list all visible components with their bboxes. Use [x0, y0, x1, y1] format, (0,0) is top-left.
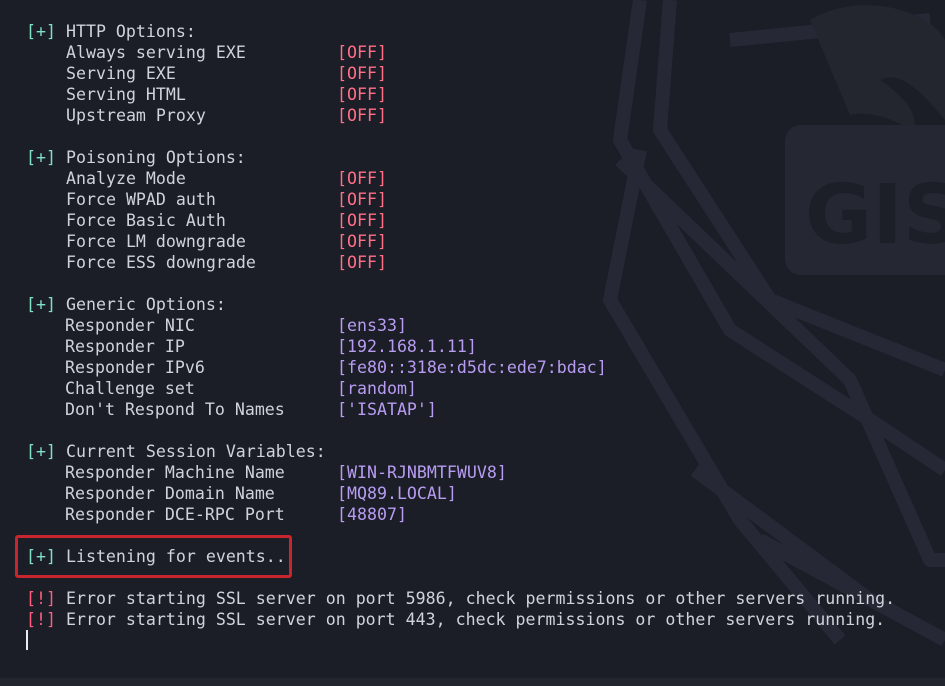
option-label: Responder IP — [65, 337, 185, 356]
option-row: Don't Respond To Names ['ISATAP'] — [26, 399, 895, 420]
error-line: [!] Error starting SSL server on port 59… — [26, 588, 895, 609]
section-title: Current Session Variables: — [55, 442, 326, 461]
option-row: Responder Machine Name [WIN-RJNBMTFWUV8] — [26, 462, 895, 483]
section-heading-poisoning: [+] Poisoning Options: — [26, 147, 895, 168]
option-label: Force ESS downgrade — [66, 253, 256, 272]
option-label: Analyze Mode — [66, 169, 186, 188]
error-text: Error starting SSL server on port 5986, … — [55, 589, 896, 608]
section-title: Generic Options: — [55, 295, 226, 314]
option-row: Analyze Mode [OFF] — [26, 168, 895, 189]
section-heading-generic: [+] Generic Options: — [26, 294, 895, 315]
option-row: Responder IP [192.168.1.11] — [26, 336, 895, 357]
option-row: Force ESS downgrade [OFF] — [26, 252, 895, 273]
error-text: Error starting SSL server on port 443, c… — [55, 610, 886, 629]
option-value: [OFF] — [337, 211, 387, 230]
option-value: [OFF] — [337, 169, 387, 188]
option-label: Responder Domain Name — [65, 484, 275, 503]
option-row: Responder IPv6 [fe80::318e:d5dc:ede7:bdac… — [26, 357, 895, 378]
terminal-window[interactable]: GIS [+] HTTP Options: Always serving EXE… — [0, 0, 945, 686]
option-label: Responder Machine Name — [65, 463, 285, 482]
option-label: Challenge set — [65, 379, 195, 398]
option-value: [OFF] — [337, 190, 387, 209]
option-row: Responder DCE-RPC Port [48807] — [26, 504, 895, 525]
option-value: [OFF] — [337, 43, 387, 62]
option-label: Upstream Proxy — [66, 106, 206, 125]
option-label: Responder IPv6 — [65, 358, 205, 377]
option-label: Responder DCE-RPC Port — [65, 505, 285, 524]
option-label: Force Basic Auth — [66, 211, 226, 230]
error-marker: [!] — [26, 589, 56, 608]
option-value: [48807] — [337, 505, 407, 524]
section-heading-http: [+] HTTP Options: — [26, 21, 895, 42]
option-row: Challenge set [random] — [26, 378, 895, 399]
status-marker: [+] — [26, 295, 56, 314]
option-row: Force WPAD auth [OFF] — [26, 189, 895, 210]
option-label: Force LM downgrade — [66, 232, 246, 251]
option-label: Force WPAD auth — [66, 190, 216, 209]
option-value: [192.168.1.11] — [337, 337, 477, 356]
error-line: [!] Error starting SSL server on port 44… — [26, 609, 895, 630]
option-label: Always serving EXE — [66, 43, 246, 62]
error-marker: [!] — [26, 610, 56, 629]
status-marker: [+] — [26, 442, 56, 461]
terminal-cursor[interactable] — [26, 630, 28, 650]
option-value: [fe80::318e:d5dc:ede7:bdac] — [337, 358, 607, 377]
option-value: [OFF] — [337, 85, 387, 104]
highlight-annotation-box — [15, 535, 292, 578]
window-bottom-edge — [0, 678, 945, 686]
section-title: Poisoning Options: — [55, 148, 246, 167]
option-label: Responder NIC — [65, 316, 195, 335]
option-row: Force LM downgrade [OFF] — [26, 231, 895, 252]
option-value: ['ISATAP'] — [337, 400, 437, 419]
option-label: Serving EXE — [66, 64, 176, 83]
option-value: [WIN-RJNBMTFWUV8] — [337, 463, 507, 482]
option-value: [OFF] — [337, 64, 387, 83]
option-row: Responder NIC [ens33] — [26, 315, 895, 336]
option-value: [MQ89.LOCAL] — [337, 484, 457, 503]
status-marker: [+] — [26, 22, 56, 41]
option-row: Serving HTML [OFF] — [26, 84, 895, 105]
option-label: Serving HTML — [66, 85, 186, 104]
option-row: Force Basic Auth [OFF] — [26, 210, 895, 231]
option-row: Serving EXE [OFF] — [26, 63, 895, 84]
option-label: Don't Respond To Names — [65, 400, 285, 419]
option-row: Always serving EXE [OFF] — [26, 42, 895, 63]
option-value: [OFF] — [337, 106, 387, 125]
option-value: [OFF] — [337, 232, 387, 251]
section-heading-session: [+] Current Session Variables: — [26, 441, 895, 462]
option-row: Upstream Proxy [OFF] — [26, 105, 895, 126]
option-value: [OFF] — [337, 253, 387, 272]
status-marker: [+] — [26, 148, 56, 167]
option-row: Responder Domain Name [MQ89.LOCAL] — [26, 483, 895, 504]
option-value: [random] — [337, 379, 417, 398]
section-title: HTTP Options: — [55, 22, 196, 41]
option-value: [ens33] — [337, 316, 407, 335]
